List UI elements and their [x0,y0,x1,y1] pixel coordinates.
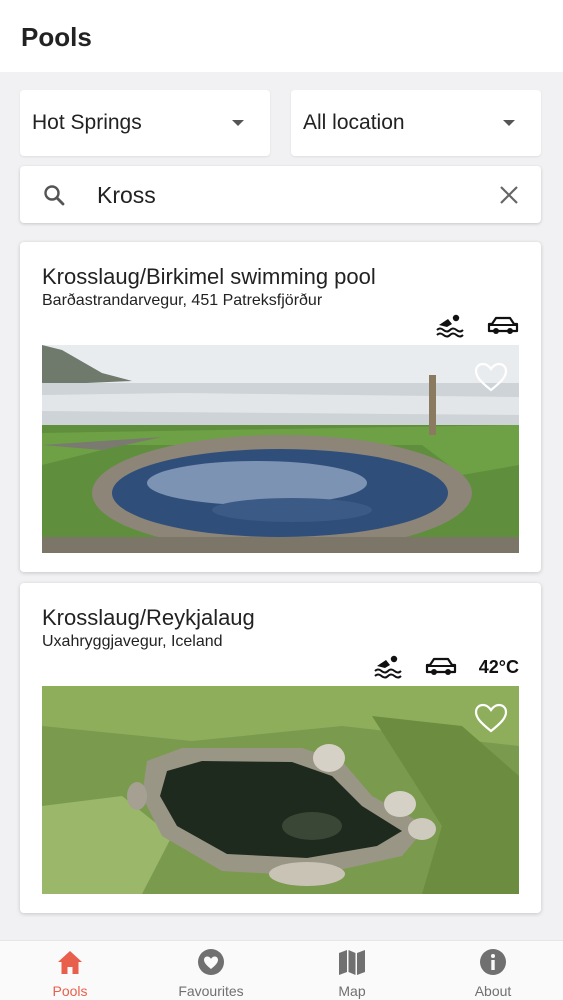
pool-name: Krosslaug/Birkimel swimming pool [42,264,376,289]
home-icon [58,951,82,974]
heart-outline-icon[interactable] [473,361,509,393]
bottom-navigation: Pools Favourites Map About [0,940,563,1000]
car-icon [487,316,519,334]
swimming-icon [436,314,464,338]
type-dropdown[interactable]: Hot Springs [20,90,270,156]
location-dropdown[interactable]: All location [291,90,541,156]
info-icon [480,949,506,975]
search-icon[interactable] [42,183,66,207]
close-icon[interactable] [498,184,520,206]
nav-label: About [474,983,512,999]
heart-circle-icon [198,949,224,975]
heart-outline-icon[interactable] [473,702,509,734]
swimming-icon [374,655,402,679]
nav-label: Map [338,983,366,999]
page-title: Pools [21,22,92,52]
pool-name: Krosslaug/Reykjalaug [42,605,255,630]
location-dropdown-value: All location [303,111,405,134]
pool-amenities: 42°C [373,653,519,681]
search-bar [20,166,541,223]
nav-item-map[interactable]: Map [282,941,422,1000]
pool-address: Uxahryggjavegur, Iceland [42,633,223,650]
coastal-pool-photo [42,345,519,553]
search-input[interactable] [97,178,477,212]
nav-label: Favourites [178,983,244,999]
nav-item-pools[interactable]: Pools [0,941,140,1000]
chevron-down-icon [503,120,515,126]
grassy-spring-photo [42,686,519,894]
nav-label: Pools [52,983,88,999]
map-icon [339,950,365,975]
pool-amenities [435,312,519,340]
chevron-down-icon [232,120,244,126]
pool-card[interactable]: Krosslaug/Birkimel swimming pool Barðast… [20,242,541,572]
water-temperature: 42°C [478,656,519,677]
app-bar: Pools [0,0,563,72]
nav-item-favourites[interactable]: Favourites [141,941,281,1000]
car-icon [425,657,456,675]
pool-card[interactable]: Krosslaug/Reykjalaug Uxahryggjavegur, Ic… [20,583,541,913]
pool-address: Barðastrandarvegur, 451 Patreksfjörður [42,292,323,309]
nav-item-about[interactable]: About [423,941,563,1000]
type-dropdown-value: Hot Springs [32,111,142,134]
